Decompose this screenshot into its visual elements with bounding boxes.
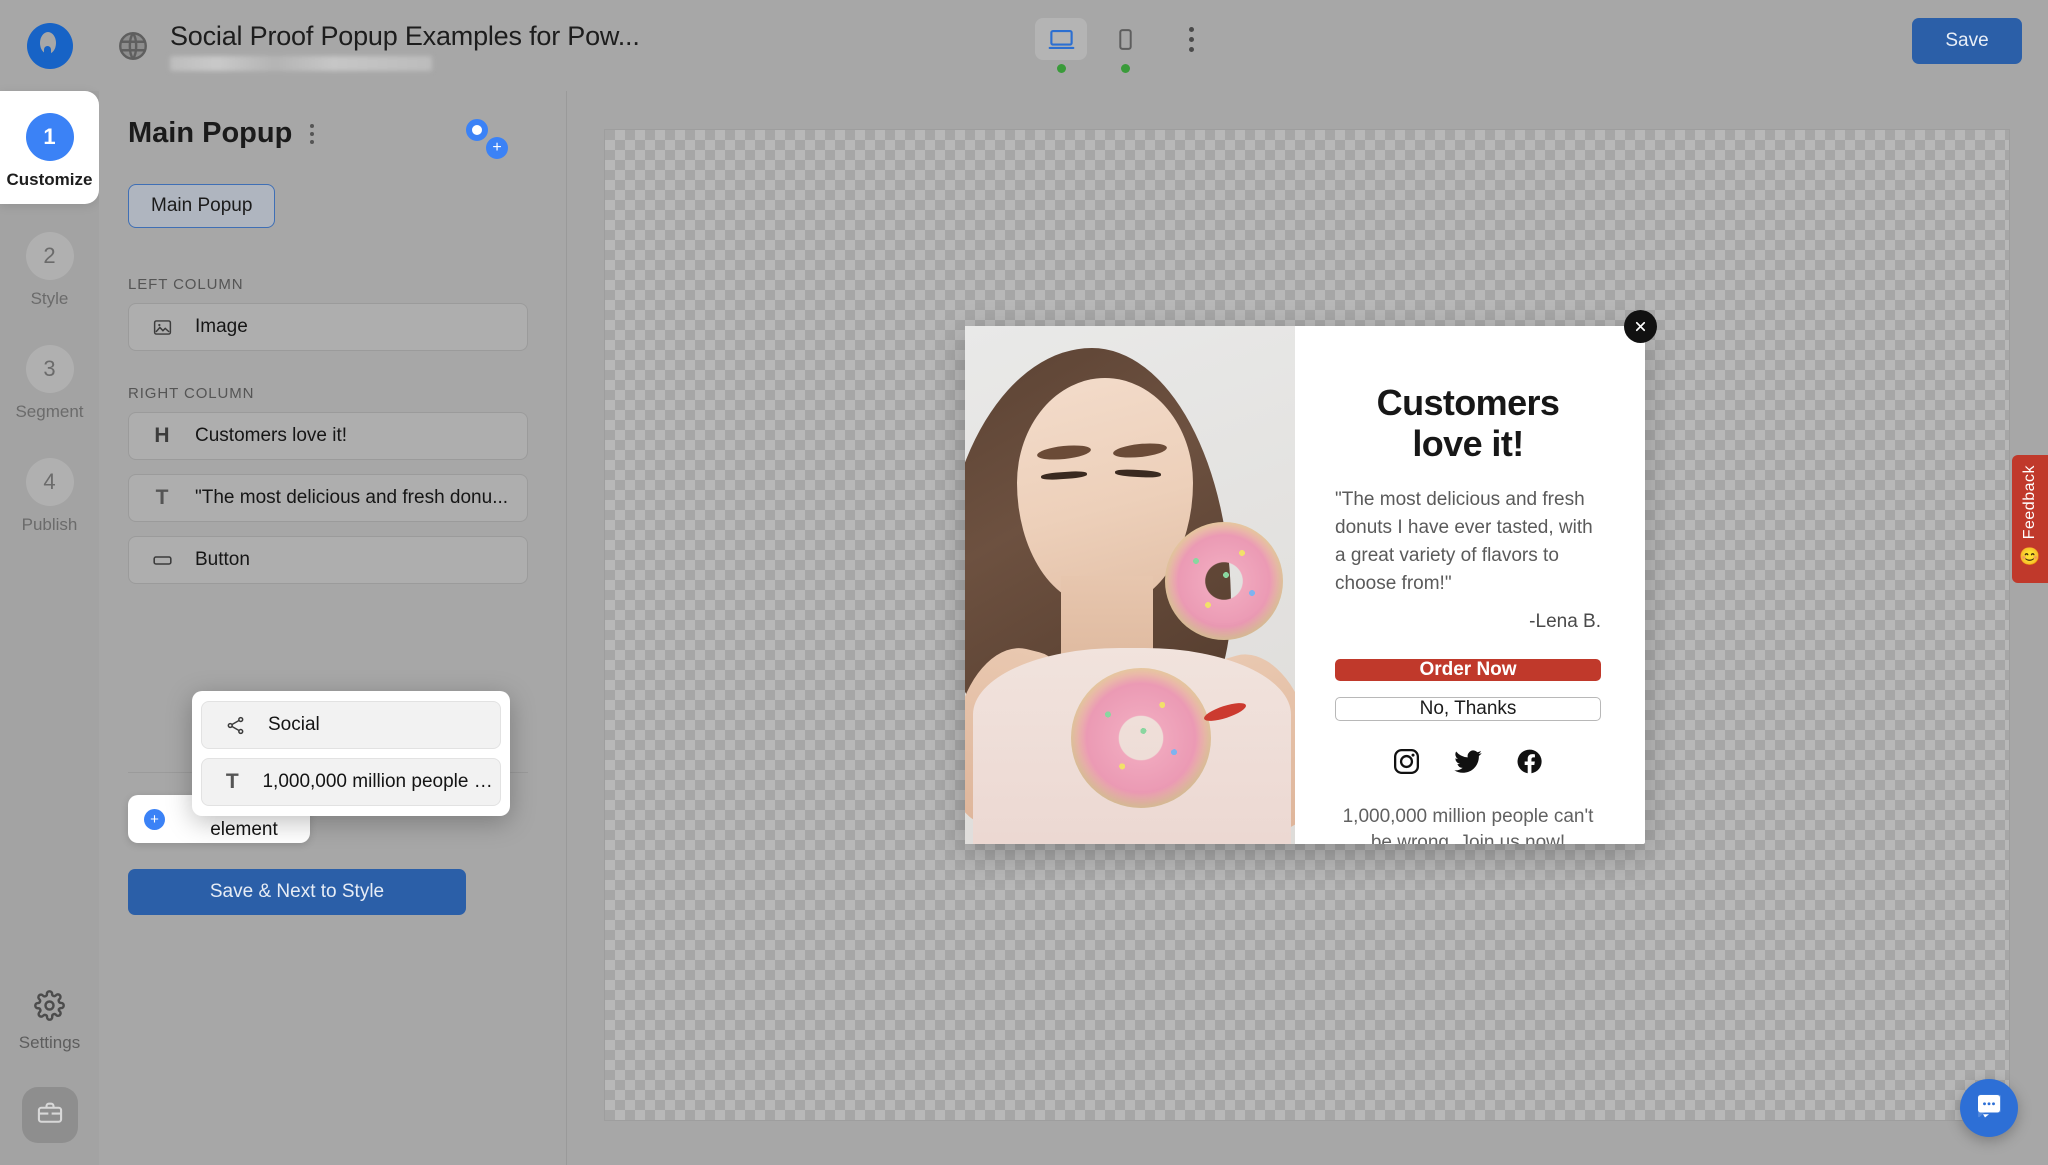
element-row-label: "The most delicious and fresh donu...: [195, 487, 509, 508]
kebab-menu-icon[interactable]: [1169, 18, 1213, 60]
popup-inner: Customers love it! "The most delicious a…: [965, 326, 1645, 844]
save-and-next-button[interactable]: Save & Next to Style: [128, 869, 466, 915]
rail-step-number: 4: [25, 458, 74, 506]
popup-body: Customers love it! "The most delicious a…: [1295, 326, 1645, 844]
popupsmart-logo-icon: [26, 22, 73, 69]
share-icon: [224, 715, 246, 736]
top-bar: Social Proof Popup Examples for Pow... S…: [0, 0, 2048, 91]
facebook-icon[interactable]: [1515, 747, 1544, 781]
rail-step-customize[interactable]: 1 Customize: [0, 91, 99, 204]
device-preview-toggle: [1035, 18, 1213, 73]
element-row-image[interactable]: Image: [128, 303, 528, 351]
social-links: [1335, 747, 1601, 782]
rail-step-style[interactable]: 2 Style: [0, 210, 99, 323]
save-button[interactable]: Save: [1912, 18, 2022, 64]
element-row-text-quote[interactable]: T "The most delicious and fresh donu...: [128, 474, 528, 522]
canvas-transparent-sheet: Customers love it! "The most delicious a…: [604, 129, 2010, 1121]
twitter-icon[interactable]: [1453, 747, 1483, 782]
no-thanks-button[interactable]: No, Thanks: [1335, 696, 1601, 721]
page-title: Social Proof Popup Examples for Pow...: [170, 20, 640, 51]
rail-step-label: Publish: [21, 515, 78, 534]
text-icon: T: [155, 486, 169, 509]
popup-preview: Customers love it! "The most delicious a…: [965, 310, 1657, 844]
popup-title: Customers love it!: [1376, 382, 1560, 465]
intercom-chat-icon: [1974, 1091, 2004, 1126]
desktop-status-dot: [1056, 64, 1066, 73]
panel-title: Main Popup: [128, 117, 293, 149]
rail-item-settings[interactable]: Settings: [0, 990, 99, 1053]
panel-title-menu-icon[interactable]: [306, 120, 318, 148]
briefcase-button[interactable]: [21, 1087, 78, 1143]
globe-icon: [116, 29, 150, 63]
project-title-block: Social Proof Popup Examples for Pow...: [170, 21, 640, 71]
app-root: Social Proof Popup Examples for Pow... S…: [0, 0, 2048, 1165]
popup-author: -Lena B.: [1529, 610, 1601, 632]
element-row-heading[interactable]: H Customers love it!: [128, 412, 528, 460]
order-now-button[interactable]: Order Now: [1335, 658, 1601, 681]
mobile-icon[interactable]: [1099, 18, 1151, 60]
element-row-label: Image: [195, 316, 248, 337]
close-icon[interactable]: [1624, 310, 1657, 343]
briefcase-icon: [36, 1099, 64, 1132]
rail-step-number: 1: [25, 113, 74, 161]
rail-step-label: Customize: [6, 170, 93, 189]
element-row-label: Button: [195, 549, 250, 570]
popup-image: [965, 326, 1295, 844]
element-row-label: Customers love it!: [195, 425, 348, 446]
element-row-label: Social: [268, 714, 320, 735]
dragging-elements-card[interactable]: Social T 1,000,000 million people can't …: [192, 691, 510, 816]
left-column-label: LEFT COLUMN: [128, 276, 244, 293]
radio-selected-icon[interactable]: [466, 119, 488, 141]
instagram-icon[interactable]: [1392, 747, 1421, 781]
feedback-tab[interactable]: Feedback 😊: [2012, 455, 2048, 583]
tab-main-popup[interactable]: Main Popup: [128, 184, 276, 228]
right-column-label: RIGHT COLUMN: [128, 385, 255, 402]
text-icon: T: [225, 770, 239, 793]
feedback-emoji-icon: 😊: [2019, 547, 2041, 567]
device-desktop[interactable]: [1035, 18, 1087, 73]
rail-bottom: Settings: [0, 990, 99, 1143]
intercom-chat-button[interactable]: [1960, 1079, 2018, 1137]
rail-settings-label: Settings: [18, 1033, 81, 1052]
element-row-social[interactable]: Social: [201, 701, 501, 749]
popup-footer-text: 1,000,000 million people can't be wrong.…: [1342, 805, 1594, 845]
step-rail: 1 Customize 2 Style 3 Segment 4 Publish: [0, 91, 99, 1165]
app-logo[interactable]: [0, 0, 99, 91]
rail-step-publish[interactable]: 4 Publish: [0, 436, 99, 549]
gear-icon: [34, 990, 65, 1026]
mobile-status-dot: [1120, 64, 1130, 73]
rail-step-label: Style: [30, 289, 69, 308]
customize-panel: Main Popup + Main Popup LEFT COLUMN Imag…: [99, 91, 567, 1165]
button-icon: [151, 550, 173, 571]
rail-step-segment[interactable]: 3 Segment: [0, 323, 99, 436]
desktop-icon[interactable]: [1035, 18, 1087, 60]
heading-icon: H: [154, 424, 170, 447]
rail-step-number: 3: [25, 345, 74, 393]
rail-step-number: 2: [25, 232, 74, 280]
preview-canvas: Customers love it! "The most delicious a…: [567, 91, 2048, 1165]
feedback-label: Feedback: [2021, 465, 2038, 540]
element-row-button[interactable]: Button: [128, 536, 528, 584]
project-url-redacted: [170, 55, 432, 71]
element-row-text-footer[interactable]: T 1,000,000 million people can't be wr..…: [201, 758, 501, 806]
add-step-button[interactable]: +: [486, 137, 508, 159]
image-icon: [151, 317, 173, 338]
popup-quote: "The most delicious and fresh donuts I h…: [1335, 489, 1593, 595]
plus-circle-icon: +: [144, 808, 165, 830]
device-mobile[interactable]: [1099, 18, 1151, 73]
element-row-label: 1,000,000 million people can't be wr...: [262, 771, 500, 792]
rail-step-label: Segment: [15, 402, 84, 421]
